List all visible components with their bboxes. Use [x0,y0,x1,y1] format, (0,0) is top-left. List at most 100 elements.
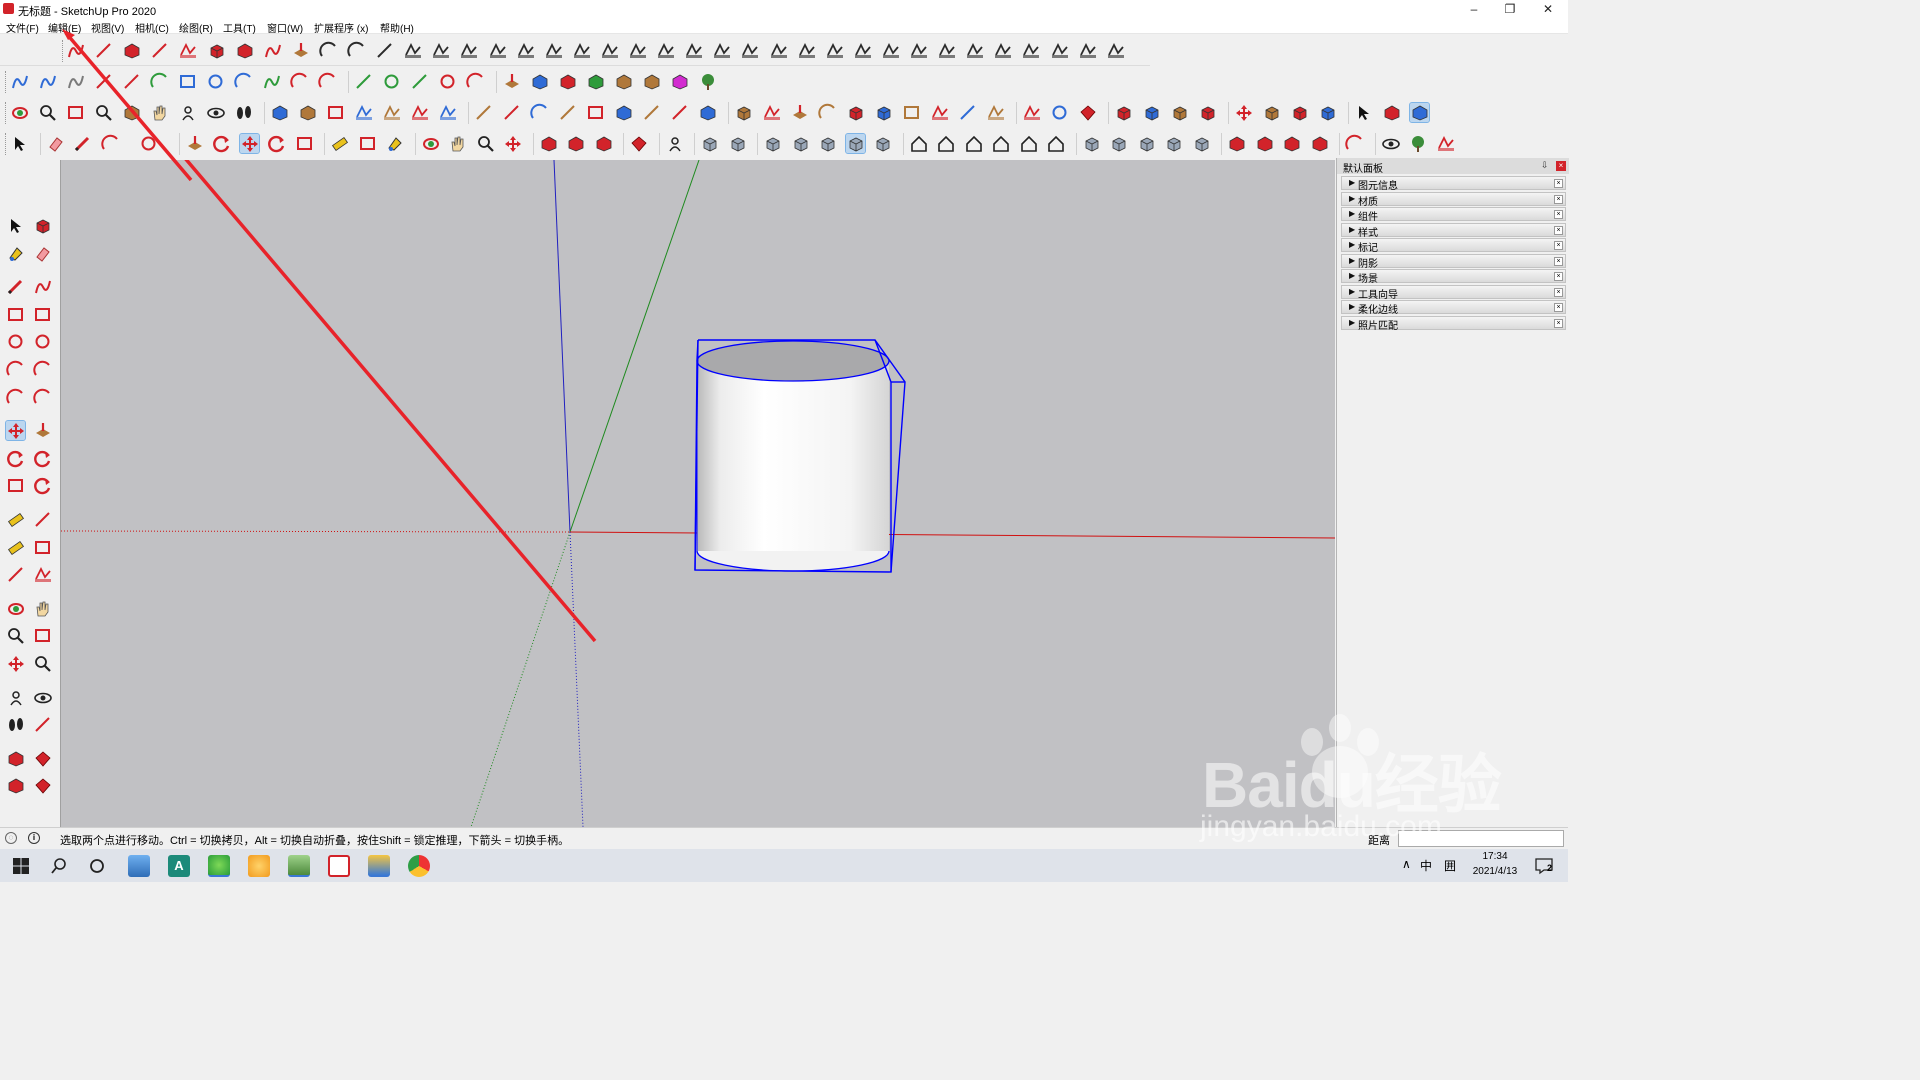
expand-triangle-icon[interactable]: ▶ [1349,256,1355,265]
scale-tool-button[interactable] [295,134,314,153]
view-tool-23-button[interactable] [670,103,689,122]
push-red-button[interactable] [502,72,521,91]
taskbar-time[interactable]: 17:34 [1460,851,1530,862]
push-n-button[interactable] [614,72,633,91]
view-tool-36-button[interactable] [1050,103,1069,122]
circle-tool-button[interactable] [206,72,225,91]
zigzag-button[interactable] [122,72,141,91]
freehand-tool-button[interactable] [33,277,52,296]
view-tool-44-button[interactable] [1290,103,1309,122]
from-contours-button[interactable] [207,41,226,60]
taskbar-date[interactable]: 2021/4/13 [1460,866,1530,877]
tray-expand-icon[interactable]: ∧ [1402,857,1411,871]
right-view-button[interactable] [991,134,1010,153]
paint-bucket-tool-button[interactable] [385,134,404,153]
view-tool-1-button[interactable] [38,103,57,122]
bevel-button[interactable] [403,41,422,60]
expand-triangle-icon[interactable]: ▶ [1349,302,1355,311]
view-tool-37-button[interactable] [1078,103,1097,122]
follow-me-tool-button[interactable] [212,134,231,153]
tray-4[interactable]: ▶ 标记 × [1341,238,1566,254]
view-tool-29-button[interactable] [846,103,865,122]
measurements-input[interactable] [1398,830,1564,847]
expand-triangle-icon[interactable]: ▶ [1349,318,1355,327]
view-tool-25-button[interactable] [734,103,753,122]
view-tool-24-button[interactable] [698,103,717,122]
section-display-button[interactable] [1255,134,1274,153]
orbit-tool-button[interactable] [6,599,25,618]
outer-shell-tool-button[interactable] [1082,134,1101,153]
unfold-button[interactable] [1050,41,1069,60]
trim-tool-button[interactable] [1192,134,1211,153]
view-tool-33-button[interactable] [958,103,977,122]
view-tool-8-button[interactable] [234,103,253,122]
select-tool-button[interactable] [6,216,25,235]
info-icon[interactable]: i [28,832,40,844]
textured-style-button[interactable] [844,133,866,154]
move-tool-button[interactable] [238,133,260,154]
arc-3pt-tool-button[interactable] [6,388,25,407]
ime-layout-icon[interactable]: 囲 [1444,857,1456,874]
search-icon[interactable] [48,855,70,877]
zoom-tool-button[interactable] [6,626,25,645]
polyline-button[interactable] [94,72,113,91]
view-tool-17-button[interactable] [502,103,521,122]
tray-close-icon[interactable]: × [1554,318,1563,328]
scale-button[interactable] [993,41,1012,60]
drape-button[interactable] [122,41,141,60]
zoom-window-tool-button[interactable] [33,626,52,645]
explode-button[interactable] [1078,41,1097,60]
view-tool-38-button[interactable] [1114,103,1133,122]
freehand-curve-button[interactable] [10,72,29,91]
arc-pie-button[interactable] [318,72,337,91]
expand-triangle-icon[interactable]: ▶ [1349,209,1355,218]
pencil-line-tool-button[interactable] [73,134,92,153]
tray-close-icon[interactable]: × [1554,287,1563,297]
mirror-button[interactable] [965,41,984,60]
view-tool-20-button[interactable] [586,103,605,122]
media-app-icon[interactable] [248,855,270,877]
circle-dropdown-button[interactable] [139,134,158,153]
image-app-icon[interactable] [288,855,310,877]
view-tool-42-button[interactable] [1234,103,1253,122]
wrench-tool-button[interactable] [410,72,429,91]
expand-triangle-icon[interactable]: ▶ [1349,194,1355,203]
tape-measure-tool-button[interactable] [6,510,25,529]
view-tool-47-button[interactable] [1382,103,1401,122]
back-edges-tool-button[interactable] [728,134,747,153]
view-tool-34-button[interactable] [986,103,1005,122]
panel-close-icon[interactable]: × [1556,161,1566,171]
tray-7[interactable]: ▶ 工具向导 × [1341,284,1566,301]
view-tool-31-button[interactable] [902,103,921,122]
arc-3pt-button[interactable] [290,72,309,91]
spline-button[interactable] [881,41,900,60]
tray-5[interactable]: ▶ 阴影 × [1341,253,1566,270]
section-plane-tool-button[interactable] [33,715,52,734]
leaf-tool-button[interactable] [466,72,485,91]
arc-tool-button[interactable] [150,72,169,91]
account-tool-button[interactable] [665,134,684,153]
menu-draw[interactable]: 绘图(R) [179,20,213,35]
split-button[interactable] [572,41,591,60]
hidden-line-style-button[interactable] [791,134,810,153]
solid-subtract-button[interactable] [769,41,788,60]
look-around-tool-button[interactable] [33,688,52,707]
arc-tool-button[interactable] [6,360,25,379]
shield-tool-button[interactable] [1381,134,1400,153]
freehand-button[interactable] [354,72,373,91]
pan-tool-button[interactable] [33,599,52,618]
skin-button[interactable] [628,41,647,60]
tray-3[interactable]: ▶ 样式 × [1341,222,1566,239]
menu-tools[interactable]: 工具(T) [223,20,256,35]
subtract-tool-button[interactable] [1164,134,1183,153]
restore-button[interactable]: ❐ [1498,1,1522,17]
menu-file[interactable]: 文件(F) [6,20,39,35]
push-blue-button[interactable] [530,72,549,91]
browser-app-icon[interactable] [208,855,230,877]
rotate-tool-button[interactable] [267,134,286,153]
cylinder-top-face[interactable] [696,340,890,382]
zoom-extents-tool-button[interactable] [6,654,25,673]
previous-view-tool-button[interactable] [33,654,52,673]
menu-edit[interactable]: 编辑(E) [48,20,81,35]
shape-bender-button[interactable] [488,41,507,60]
